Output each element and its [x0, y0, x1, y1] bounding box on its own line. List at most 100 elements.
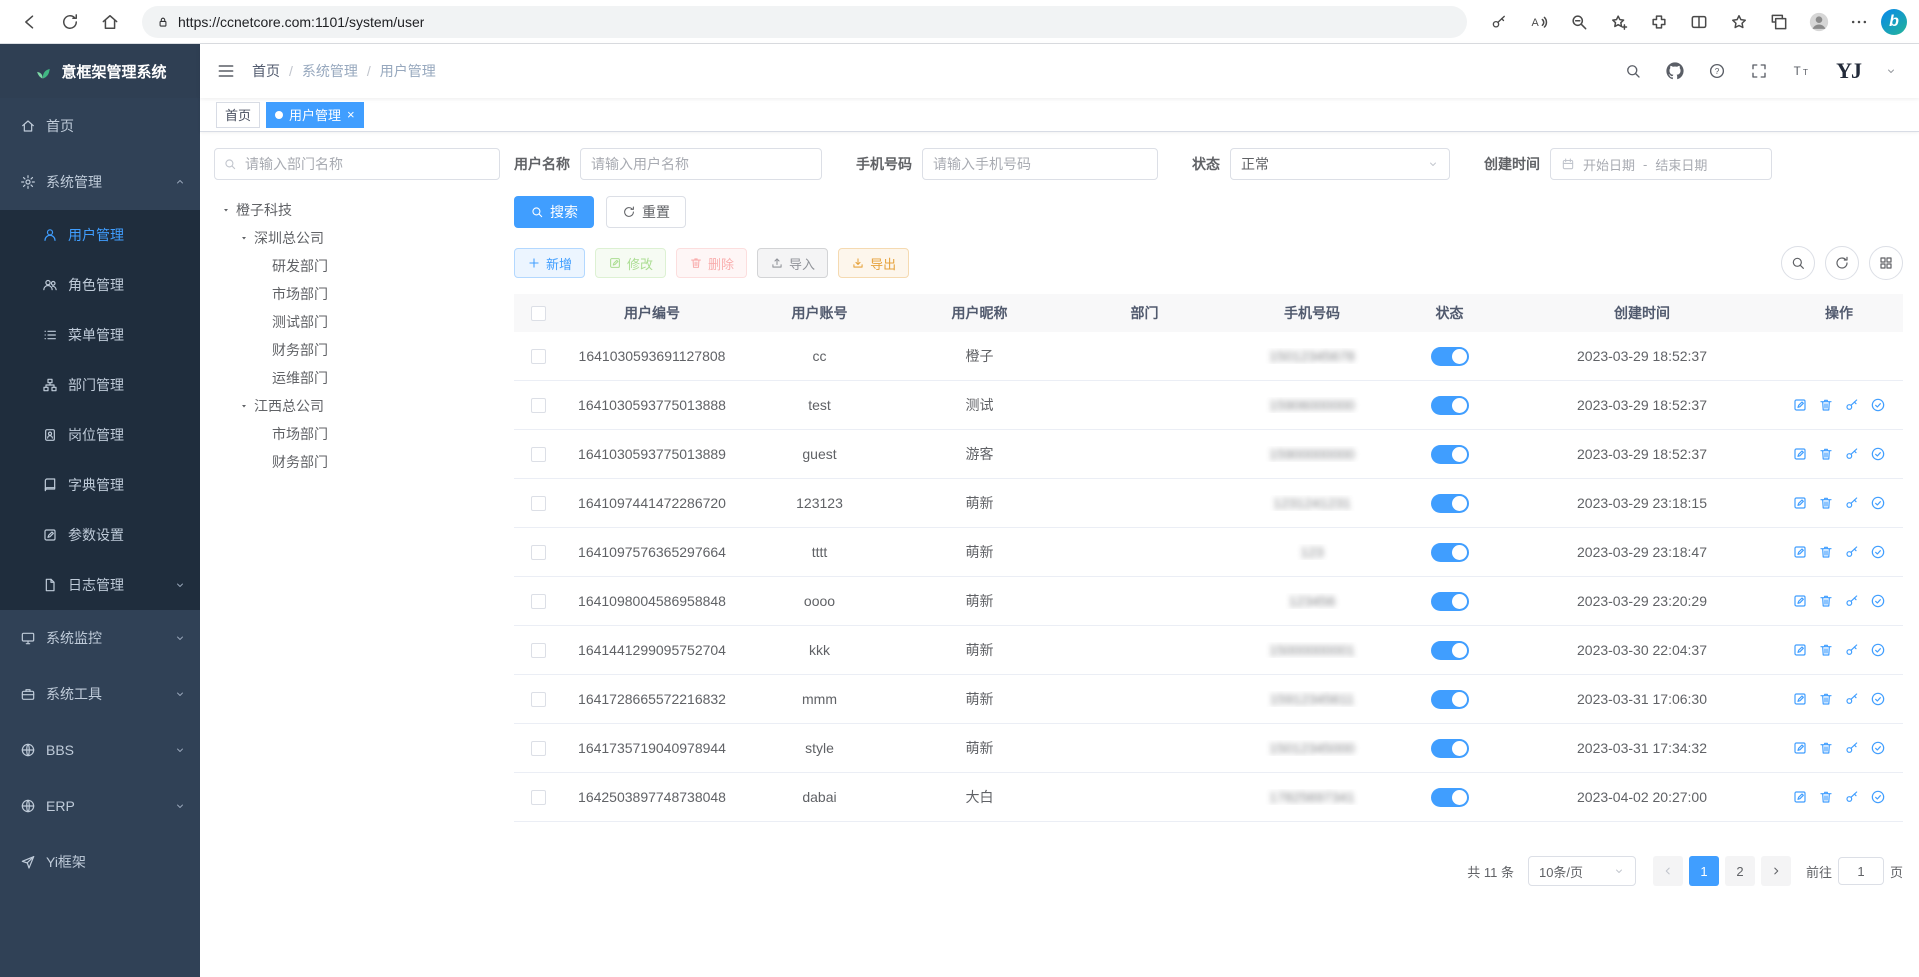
user-avatar-logo[interactable]: YJ: [1836, 58, 1861, 84]
close-icon[interactable]: ×: [347, 108, 355, 121]
dept-search-input[interactable]: [214, 148, 500, 180]
assign-role-icon[interactable]: [1870, 789, 1886, 805]
status-toggle[interactable]: [1431, 543, 1469, 562]
read-aloud-button[interactable]: A: [1521, 5, 1557, 39]
github-button[interactable]: [1666, 62, 1684, 80]
tree-node[interactable]: 橙子科技: [214, 196, 500, 224]
delete-icon[interactable]: [1818, 691, 1834, 707]
profile-button[interactable]: [1801, 5, 1837, 39]
phone-input[interactable]: [922, 148, 1158, 180]
reset-password-icon[interactable]: [1844, 740, 1860, 756]
tree-node[interactable]: 深圳总公司: [214, 224, 500, 252]
tree-node[interactable]: 运维部门: [214, 364, 500, 392]
tab-用户管理[interactable]: 用户管理×: [266, 102, 364, 128]
tree-node[interactable]: 财务部门: [214, 336, 500, 364]
reset-password-icon[interactable]: [1844, 446, 1860, 462]
caret-down-icon[interactable]: [220, 204, 232, 216]
assign-role-icon[interactable]: [1870, 446, 1886, 462]
refresh-table-button[interactable]: [1825, 246, 1859, 280]
collections-button[interactable]: [1761, 5, 1797, 39]
delete-icon[interactable]: [1818, 642, 1834, 658]
import-button[interactable]: 导入: [757, 248, 828, 278]
assign-role-icon[interactable]: [1870, 642, 1886, 658]
reset-password-icon[interactable]: [1844, 789, 1860, 805]
favorites-button[interactable]: [1721, 5, 1757, 39]
status-toggle[interactable]: [1431, 396, 1469, 415]
prev-page-button[interactable]: [1653, 856, 1683, 886]
row-checkbox[interactable]: [531, 741, 546, 756]
sidebar-item-home[interactable]: 首页: [0, 98, 200, 154]
reset-password-icon[interactable]: [1844, 691, 1860, 707]
edit-icon[interactable]: [1792, 789, 1808, 805]
sidebar-item-erp[interactable]: ERP: [0, 778, 200, 834]
add-favorite-button[interactable]: [1601, 5, 1637, 39]
delete-icon[interactable]: [1818, 495, 1834, 511]
status-toggle[interactable]: [1431, 445, 1469, 464]
row-checkbox[interactable]: [531, 692, 546, 707]
sidebar-item-bbs[interactable]: BBS: [0, 722, 200, 778]
breadcrumb-item-home[interactable]: 首页: [252, 61, 280, 81]
assign-role-icon[interactable]: [1870, 397, 1886, 413]
select-all-checkbox[interactable]: [531, 306, 546, 321]
back-button[interactable]: [12, 5, 48, 39]
reset-password-icon[interactable]: [1844, 495, 1860, 511]
row-checkbox[interactable]: [531, 790, 546, 805]
page-button-2[interactable]: 2: [1725, 856, 1755, 886]
password-key-button[interactable]: [1481, 5, 1517, 39]
edit-icon[interactable]: [1792, 642, 1808, 658]
username-input[interactable]: [580, 148, 822, 180]
edit-icon[interactable]: [1792, 740, 1808, 756]
tree-node[interactable]: 测试部门: [214, 308, 500, 336]
delete-icon[interactable]: [1818, 593, 1834, 609]
date-range-picker[interactable]: 开始日期 - 结束日期: [1550, 148, 1772, 180]
assign-role-icon[interactable]: [1870, 740, 1886, 756]
tree-node[interactable]: 研发部门: [214, 252, 500, 280]
status-select[interactable]: 正常: [1230, 148, 1450, 180]
sidebar-item-system[interactable]: 系统管理: [0, 154, 200, 210]
row-checkbox[interactable]: [531, 545, 546, 560]
edit-icon[interactable]: [1792, 593, 1808, 609]
tree-node[interactable]: 江西总公司: [214, 392, 500, 420]
sidebar-item-menu[interactable]: 菜单管理: [0, 310, 200, 360]
bing-chat-button[interactable]: b: [1881, 9, 1907, 35]
export-button[interactable]: 导出: [838, 248, 909, 278]
edit-button[interactable]: 修改: [595, 248, 666, 278]
status-toggle[interactable]: [1431, 690, 1469, 709]
tree-node[interactable]: 财务部门: [214, 448, 500, 476]
caret-down-icon[interactable]: [238, 232, 250, 244]
delete-icon[interactable]: [1818, 740, 1834, 756]
sidebar-item-param[interactable]: 参数设置: [0, 510, 200, 560]
header-search-button[interactable]: [1624, 62, 1642, 80]
sidebar-item-user[interactable]: 用户管理: [0, 210, 200, 260]
docs-help-button[interactable]: ?: [1708, 62, 1726, 80]
column-settings-button[interactable]: [1869, 246, 1903, 280]
delete-button[interactable]: 删除: [676, 248, 747, 278]
status-toggle[interactable]: [1431, 788, 1469, 807]
assign-role-icon[interactable]: [1870, 495, 1886, 511]
refresh-button[interactable]: [52, 5, 88, 39]
reset-password-icon[interactable]: [1844, 544, 1860, 560]
sidebar-item-post[interactable]: 岗位管理: [0, 410, 200, 460]
caret-down-icon[interactable]: [238, 400, 250, 412]
edit-icon[interactable]: [1792, 397, 1808, 413]
app-logo[interactable]: 意框架管理系统: [0, 44, 200, 98]
edit-icon[interactable]: [1792, 691, 1808, 707]
extensions-button[interactable]: [1641, 5, 1677, 39]
sidebar-item-yi[interactable]: Yi框架: [0, 834, 200, 890]
sidebar-item-monitor[interactable]: 系统监控: [0, 610, 200, 666]
chevron-down-icon[interactable]: [1885, 65, 1897, 77]
delete-icon[interactable]: [1818, 789, 1834, 805]
add-button[interactable]: 新增: [514, 248, 585, 278]
status-toggle[interactable]: [1431, 592, 1469, 611]
reset-button[interactable]: 重置: [606, 196, 686, 228]
reset-password-icon[interactable]: [1844, 642, 1860, 658]
page-size-select[interactable]: 10条/页: [1528, 856, 1636, 886]
assign-role-icon[interactable]: [1870, 544, 1886, 560]
row-checkbox[interactable]: [531, 398, 546, 413]
tree-node[interactable]: 市场部门: [214, 280, 500, 308]
reset-password-icon[interactable]: [1844, 593, 1860, 609]
sidebar-item-dept[interactable]: 部门管理: [0, 360, 200, 410]
split-screen-button[interactable]: [1681, 5, 1717, 39]
status-toggle[interactable]: [1431, 494, 1469, 513]
home-button[interactable]: [92, 5, 128, 39]
